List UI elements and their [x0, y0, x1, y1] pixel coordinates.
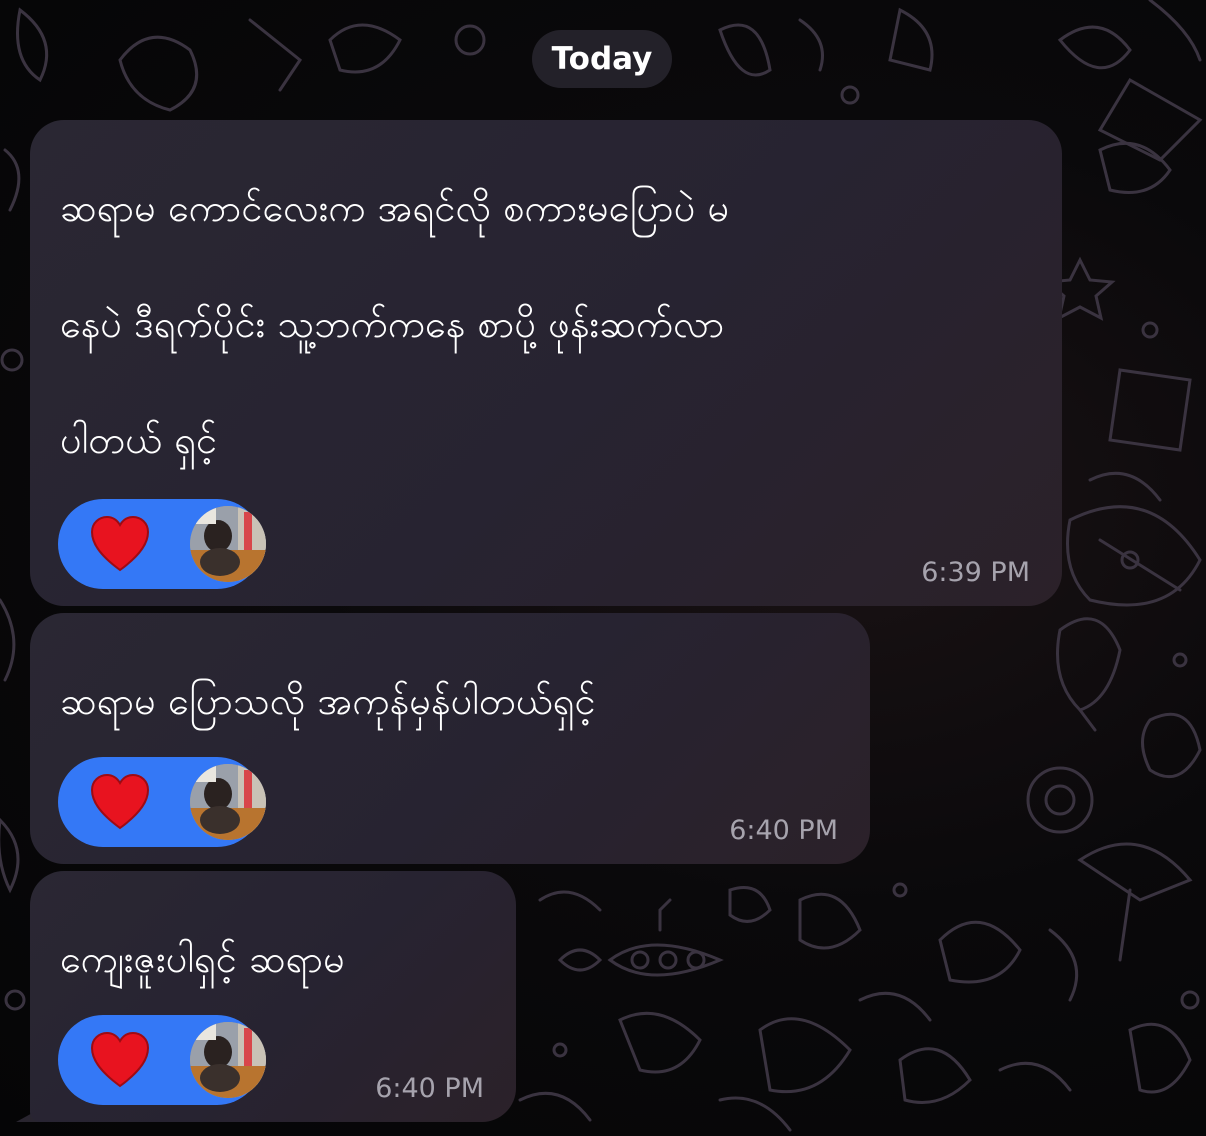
message-timestamp: 6:40 PM	[375, 1073, 484, 1104]
message-timestamp: 6:40 PM	[729, 815, 838, 846]
avatar[interactable]	[190, 506, 266, 582]
heart-icon	[90, 1032, 150, 1088]
message-timestamp: 6:39 PM	[921, 557, 1030, 588]
message-text: ဆရာမ ပြောသလို အကုန်မှန်ပါတယ်ရှင့်	[60, 679, 596, 723]
message-bubble[interactable]: ဆရာမ ကောင်လေးက အရင်လို စကားမပြောပဲ မ နေပ…	[30, 120, 1062, 606]
message-text: ဆရာမ ကောင်လေးက အရင်လို စကားမပြောပဲ မ နေပ…	[60, 186, 730, 462]
reaction-pill[interactable]	[58, 499, 266, 589]
chat-screen: Today ဆရာမ ကောင်လေးက အရင်လို စကားမပြောပဲ…	[0, 0, 1206, 1136]
message-bubble[interactable]: ဆရာမ ပြောသလို အကုန်မှန်ပါတယ်ရှင့် 6:40 P…	[30, 613, 870, 864]
avatar[interactable]	[190, 764, 266, 840]
avatar[interactable]	[190, 1022, 266, 1098]
reaction-pill[interactable]	[58, 1015, 266, 1105]
message-bubble[interactable]: ကျေးဇူးပါရှင့် ဆရာမ 6:40 PM	[30, 871, 516, 1122]
date-separator: Today	[532, 30, 672, 88]
heart-icon	[90, 516, 150, 572]
heart-icon	[90, 774, 150, 830]
message-text: ကျေးဇူးပါရှင့် ဆရာမ	[60, 937, 345, 981]
reaction-pill[interactable]	[58, 757, 266, 847]
